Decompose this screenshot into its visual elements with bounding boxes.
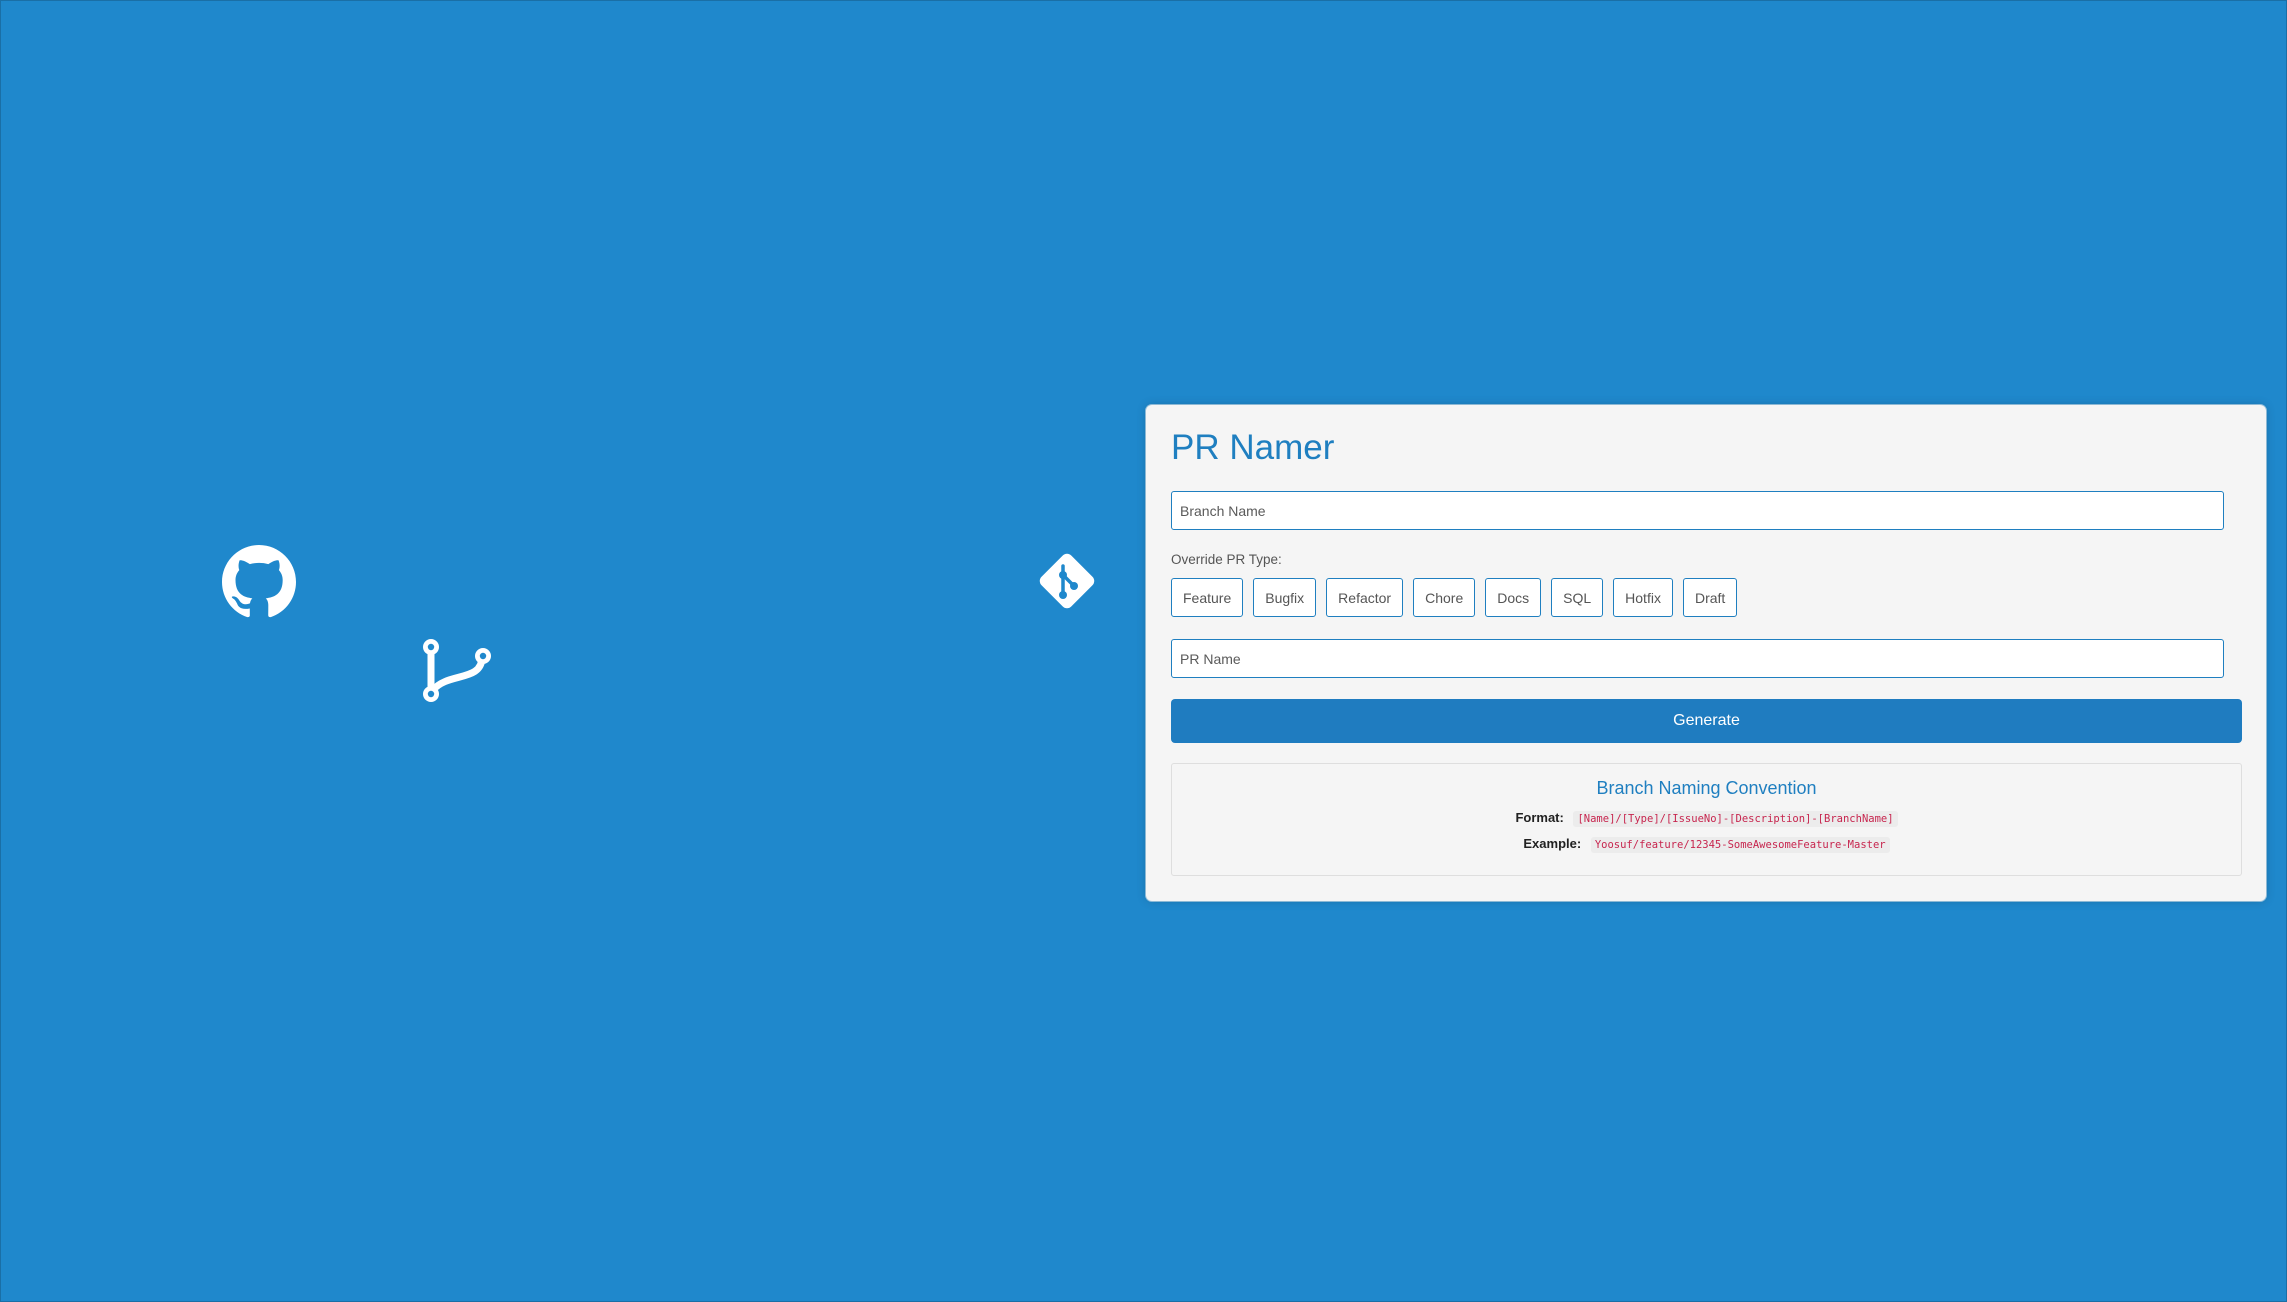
pr-name-input[interactable]: [1171, 639, 2224, 678]
type-button-draft[interactable]: Draft: [1682, 578, 1738, 617]
type-button-sql[interactable]: SQL: [1551, 578, 1604, 617]
type-button-docs[interactable]: Docs: [1485, 578, 1542, 617]
format-label: Format:: [1515, 810, 1564, 825]
branch-name-input[interactable]: [1171, 491, 2224, 530]
git-logo-icon: [1034, 548, 1100, 614]
type-button-refactor[interactable]: Refactor: [1326, 578, 1404, 617]
type-button-hotfix[interactable]: Hotfix: [1613, 578, 1673, 617]
git-branch-icon: [418, 634, 497, 707]
page-title: PR Namer: [1171, 428, 1335, 467]
generate-button[interactable]: Generate: [1171, 699, 2242, 743]
github-octocat-icon: [222, 545, 296, 619]
convention-title: Branch Naming Convention: [1596, 778, 1817, 798]
convention-example-row: Example: Yoosuf/feature/12345-SomeAwesom…: [1172, 836, 2241, 853]
type-button-feature[interactable]: Feature: [1171, 578, 1244, 617]
type-button-bugfix[interactable]: Bugfix: [1253, 578, 1317, 617]
type-button-chore[interactable]: Chore: [1413, 578, 1476, 617]
naming-convention-panel: Branch Naming Convention Format: [Name]/…: [1171, 763, 2242, 876]
example-label: Example:: [1523, 836, 1582, 851]
format-value: [Name]/[Type]/[IssueNo]-[Description]-[B…: [1573, 811, 1898, 827]
pr-namer-card: PR Namer Override PR Type: Feature Bugfi…: [1146, 405, 2266, 901]
example-value: Yoosuf/feature/12345-SomeAwesomeFeature-…: [1590, 837, 1890, 853]
convention-format-row: Format: [Name]/[Type]/[IssueNo]-[Descrip…: [1172, 810, 2241, 827]
override-pr-type-label: Override PR Type:: [1171, 552, 1282, 567]
pr-type-button-group: Feature Bugfix Refactor Chore Docs SQL H…: [1171, 578, 1738, 617]
